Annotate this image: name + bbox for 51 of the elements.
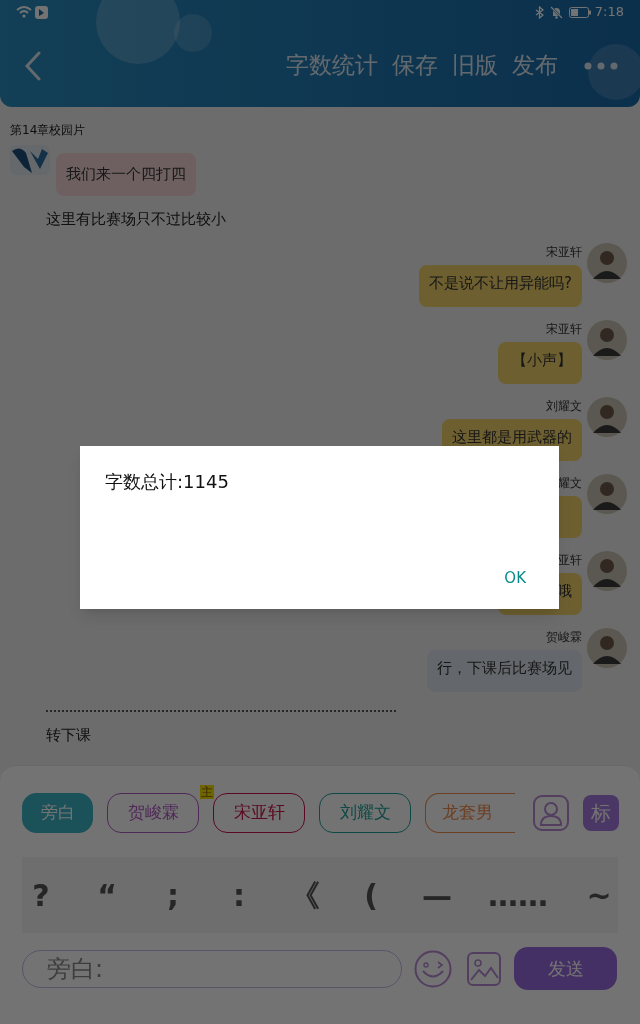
app-icon: [35, 5, 48, 19]
message-bubble: 不是说不让用异能吗?: [419, 265, 582, 307]
avatar: [587, 474, 627, 514]
author-name: 亚轩: [558, 552, 582, 569]
role-chip[interactable]: 贺峻霖: [107, 793, 199, 833]
battery-icon: [568, 6, 591, 18]
emoji-icon[interactable]: [414, 949, 452, 988]
bluetooth-icon: [534, 5, 544, 19]
header-action[interactable]: 字数统计: [286, 48, 378, 83]
author-name: 宋亚轩: [546, 321, 582, 338]
header-action[interactable]: 旧版: [452, 48, 498, 83]
role-chip[interactable]: 宋亚轩: [213, 793, 305, 833]
person-icon[interactable]: [533, 795, 569, 831]
wifi-icon: [16, 6, 32, 18]
narration-text: 这里有比赛场只不过比较小: [46, 208, 227, 230]
punctuation-key[interactable]: —: [422, 872, 452, 918]
author-name: 耀文: [558, 475, 582, 492]
muted-bell-icon: [549, 5, 563, 19]
chapter-title: 第14章校园片: [10, 122, 87, 139]
avatar: [587, 320, 627, 360]
status-time: 7:18: [594, 3, 624, 22]
punctuation-key[interactable]: ;: [158, 872, 188, 918]
avatar: [10, 145, 50, 175]
role-chip[interactable]: 龙套男: [425, 793, 515, 833]
punctuation-key[interactable]: “: [92, 872, 122, 918]
narration-text: 转下课: [46, 725, 92, 746]
punctuation-key[interactable]: ……: [488, 872, 548, 918]
message-bubble: 【小声】: [498, 342, 582, 384]
header-action[interactable]: 保存: [392, 48, 438, 83]
more-icon[interactable]: [584, 61, 618, 70]
punctuation-key[interactable]: ~: [584, 872, 614, 918]
punctuation-key[interactable]: :: [224, 872, 254, 918]
avatar: [587, 628, 627, 668]
author-name: 宋亚轩: [546, 244, 582, 261]
punctuation-key[interactable]: ?: [26, 872, 56, 918]
punctuation-key[interactable]: 《: [290, 872, 320, 918]
image-icon[interactable]: [467, 951, 501, 986]
header-action[interactable]: 发布: [512, 48, 558, 83]
role-chip[interactable]: 旁白: [22, 793, 93, 833]
dialog-message: 字数总计:1145: [105, 470, 230, 494]
avatar: [587, 397, 627, 437]
avatar: [587, 551, 627, 591]
role-chip[interactable]: 刘耀文: [319, 793, 411, 833]
send-button[interactable]: 发送: [514, 947, 617, 990]
author-name: 刘耀文: [546, 398, 582, 415]
message-bubble: 行，下课后比赛场见: [427, 650, 582, 692]
back-icon[interactable]: [24, 50, 42, 81]
punctuation-key[interactable]: (: [356, 872, 386, 918]
avatar: [587, 243, 627, 283]
author-name: 贺峻霖: [546, 629, 582, 646]
message-bubble: 我们来一个四打四: [56, 153, 196, 196]
